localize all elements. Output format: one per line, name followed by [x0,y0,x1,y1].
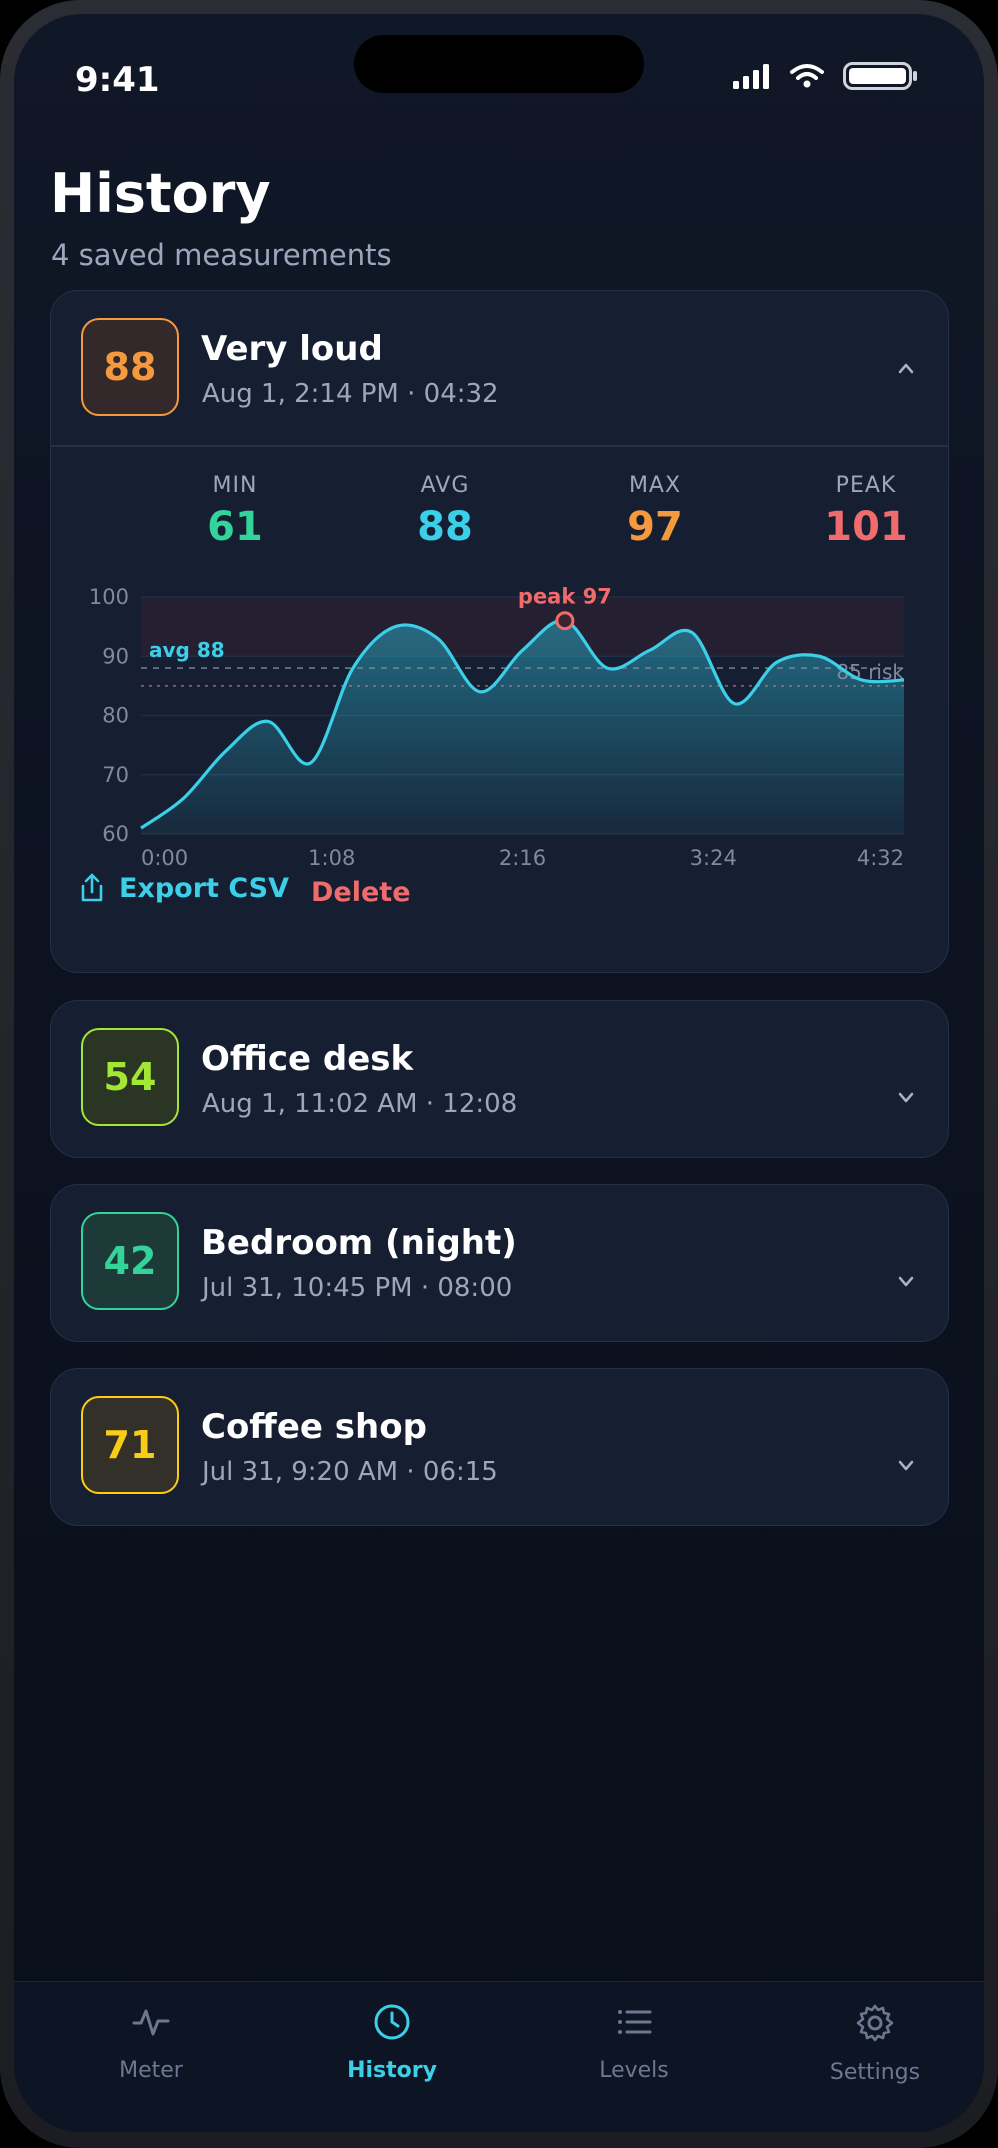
x-tick-label: 3:24 [690,846,737,867]
page-subtitle: 4 saved measurements [51,238,392,272]
stat-max-label: MAX [628,472,682,498]
level-badge: 88 [81,318,179,416]
tab-bar: Meter History Levels Settings [14,1981,984,2132]
tab-meter-label: Meter [119,2058,183,2083]
session-card[interactable]: 88 Very loud Aug 1, 2:14 PM · 04:32 MIN … [50,290,949,973]
stat-peak: PEAK 101 [806,447,926,550]
level-chart: 100 90 80 70 60 0:00 1:08 2:16 3:24 4:32 avg 88 85 … [51,567,948,869]
chevron-down-icon[interactable] [894,1453,918,1477]
card-actions: Export CSV Delete [51,867,948,947]
gear-icon [856,2004,894,2042]
page-title: History [50,162,271,225]
delete-button[interactable]: Delete [311,877,411,908]
clock-icon [374,2004,410,2040]
chevron-down-icon[interactable] [894,1085,918,1109]
dynamic-island [354,35,644,93]
x-tick-label: 2:16 [499,846,546,867]
y-tick-label: 90 [102,644,129,668]
session-card-header[interactable]: 88 Very loud Aug 1, 2:14 PM · 04:32 [51,291,948,445]
y-tick-label: 100 [89,585,129,609]
tab-settings[interactable]: Settings [795,2002,955,2085]
chevron-up-icon[interactable] [894,357,918,381]
tab-settings-label: Settings [829,2060,921,2085]
session-title: Very loud [201,329,383,369]
stat-peak-value: 101 [824,503,908,550]
cellular-signal-icon [733,64,769,89]
chevron-down-icon[interactable] [894,1269,918,1293]
session-meta: Aug 1, 2:14 PM · 04:32 [202,379,499,409]
stat-avg-label: AVG [420,472,470,498]
x-tick-label: 0:00 [141,846,188,867]
wifi-icon [790,64,824,88]
tab-meter[interactable]: Meter [71,2002,231,2083]
tab-history-label: History [347,2058,437,2083]
level-badge: 54 [81,1028,179,1126]
peak-marker [555,610,575,630]
peak-label: peak 97 [518,584,612,608]
share-icon [81,873,103,902]
level-badge: 42 [81,1212,179,1310]
tab-levels-label: Levels [599,2058,669,2083]
session-title: Coffee shop [201,1407,427,1447]
y-tick-label: 60 [102,822,129,846]
session-card-header[interactable]: 42 Bedroom (night) Jul 31, 10:45 PM · 08… [51,1185,948,1339]
y-tick-label: 70 [102,762,129,786]
session-title: Office desk [201,1039,414,1079]
x-tick-label: 1:08 [308,846,355,867]
status-time: 9:41 [75,60,160,100]
stats-row: MIN 61 AVG 88 MAX 97 PEAK 101 [51,447,948,567]
tab-history[interactable]: History [312,2002,472,2083]
export-csv-button[interactable]: Export CSV [79,873,289,904]
export-csv-label: Export CSV [119,872,290,904]
x-tick-label: 4:32 [857,846,904,867]
stat-avg-value: 88 [417,503,473,550]
session-card[interactable]: 42 Bedroom (night) Jul 31, 10:45 PM · 08… [50,1184,949,1342]
level-badge: 71 [81,1396,179,1494]
stat-peak-label: PEAK [835,472,897,498]
stat-min-label: MIN [212,472,258,498]
stat-max-value: 97 [627,503,683,550]
session-card-header[interactable]: 71 Coffee shop Jul 31, 9:20 AM · 06:15 [51,1369,948,1523]
activity-icon [132,2009,170,2036]
session-card[interactable]: 54 Office desk Aug 1, 11:02 AM · 12:08 [50,1000,949,1158]
tab-levels[interactable]: Levels [554,2002,714,2083]
phone-frame: 9:41 History 4 saved measurements 88 Ver… [0,0,998,2148]
stat-max: MAX 97 [595,447,715,550]
session-card[interactable]: 71 Coffee shop Jul 31, 9:20 AM · 06:15 [50,1368,949,1526]
stat-min-value: 61 [207,503,263,550]
status-bar: 9:41 [14,14,984,114]
session-meta: Jul 31, 10:45 PM · 08:00 [202,1273,513,1303]
app-screen: 9:41 History 4 saved measurements 88 Ver… [14,14,984,2132]
session-meta: Aug 1, 11:02 AM · 12:08 [202,1089,518,1119]
stat-avg: AVG 88 [385,447,505,550]
status-icons [733,62,919,90]
avg-label: avg 88 [149,638,225,662]
y-tick-label: 80 [102,703,129,727]
level-chart-svg: 100908070600:00 1:08 2:16 3:24 4:32avg 8885 … [89,584,905,869]
session-card-header[interactable]: 54 Office desk Aug 1, 11:02 AM · 12:08 [51,1001,948,1155]
session-title: Bedroom (night) [201,1223,517,1263]
battery-icon [843,62,917,90]
stat-min: MIN 61 [175,447,295,550]
session-meta: Jul 31, 9:20 AM · 06:15 [202,1457,498,1487]
list-icon [618,2010,652,2034]
